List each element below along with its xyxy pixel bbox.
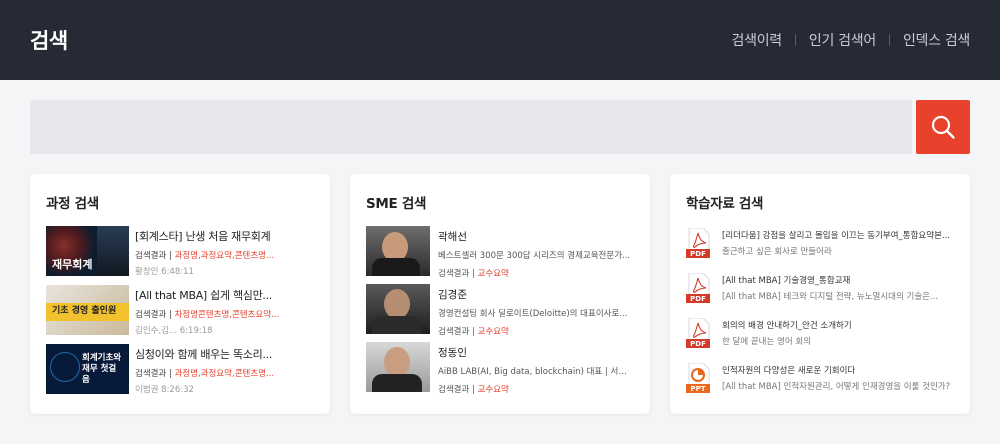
pdf-file-icon: PDF [686, 317, 710, 348]
nav-search-history[interactable]: 검색이력 [732, 30, 783, 50]
course-thumbnail-text: 회계기초와 재무 첫걸음 [82, 353, 122, 385]
course-item[interactable]: 기초 경영 출인원 [All that MBA] 쉽게 핵심만... 검색결과 … [46, 285, 314, 336]
svg-text:PDF: PDF [690, 340, 706, 348]
sme-item[interactable]: 김경준 경영컨설팅 회사 딜로이트(Deloitte)의 대표이사로... 검색… [366, 284, 634, 337]
sme-meta: 검색결과 | 교수요약 [438, 385, 509, 395]
course-item[interactable]: 회계기초와 재무 첫걸음 심청이와 함께 배우는 똑소리... 검색결과 | 과… [46, 344, 314, 395]
top-header: 검색 검색이력 인기 검색어 인덱스 검색 [0, 0, 1000, 80]
material-search-card: 학습자료 검색 PDF [리더다움] 강점을 살리고 몰입을 이끄는 동기부여_… [670, 174, 970, 414]
course-meta: 검색결과 | 과정명,과정요약,콘텐츠명... [135, 251, 275, 261]
search-icon [931, 115, 955, 139]
course-thumbnail-text: 재무회계 [52, 258, 93, 271]
course-search-title: 과정 검색 [46, 196, 99, 212]
nav-divider [794, 34, 796, 46]
ppt-file-icon: PPT [686, 362, 710, 393]
sme-search-card: SME 검색 곽해선 베스트셀러 300문 300답 시리즈의 경제교육전문가.… [350, 174, 650, 414]
nav-popular-keywords[interactable]: 인기 검색어 [809, 30, 876, 50]
nav-divider [888, 34, 890, 46]
material-title[interactable]: [All that MBA] 기술경영_통합교재 [722, 274, 954, 286]
material-item[interactable]: PDF [All that MBA] 기술경영_통합교재 [All that M… [686, 271, 954, 311]
svg-text:PDF: PDF [690, 295, 706, 303]
sme-photo [366, 284, 430, 334]
course-meta: 검색결과 | 과정명,과정요약,콘텐츠명... [135, 369, 275, 379]
sme-item[interactable]: 곽해선 베스트셀러 300문 300답 시리즈의 경제교육전문가... 검색결과… [366, 226, 634, 279]
material-title[interactable]: 회의의 배경 안내하기_안건 소개하기 [722, 319, 954, 331]
sme-search-title: SME 검색 [366, 196, 427, 212]
top-nav: 검색이력 인기 검색어 인덱스 검색 [732, 30, 971, 50]
svg-text:PPT: PPT [690, 385, 705, 393]
material-item[interactable]: PPT 인적자원의 다양성은 새로운 기회이다 [All that MBA] 인… [686, 361, 954, 401]
course-title[interactable]: [회계스타] 난생 처음 재무회계 [135, 228, 314, 244]
material-title[interactable]: [리더다움] 강점을 살리고 몰입을 이끄는 동기부여_통합요약본... [722, 229, 954, 241]
course-thumbnail: 회계기초와 재무 첫걸음 [46, 344, 129, 394]
material-course: 출근하고 싶은 회사로 만들어라 [722, 247, 832, 257]
material-course: [All that MBA] 테크와 디지털 전략, 뉴노멀시대의 기술은... [722, 292, 939, 302]
material-course: [All that MBA] 인적자원관리, 어떻게 인재경영을 이룰 것인가? [722, 382, 951, 392]
course-search-card: 과정 검색 재무회계 [회계스타] 난생 처음 재무회계 검색결과 | 과정명,… [30, 174, 330, 414]
course-thumbnail: 재무회계 [46, 226, 129, 276]
course-meta: 검색결과 | 차정명콘텐츠명,콘텐츠요약... [135, 310, 280, 320]
material-item[interactable]: PDF [리더다움] 강점을 살리고 몰입을 이끄는 동기부여_통합요약본...… [686, 226, 954, 266]
sme-name[interactable]: 곽해선 [438, 229, 634, 244]
sme-description: AiBB LAB(AI, Big data, blockchain) 대표 | … [438, 367, 634, 377]
search-button[interactable] [916, 100, 970, 154]
page-title: 검색 [30, 29, 68, 53]
svg-text:PDF: PDF [690, 250, 706, 258]
search-bar [30, 100, 970, 154]
sme-photo [366, 342, 430, 392]
sme-description: 경영컨설팅 회사 딜로이트(Deloitte)의 대표이사로... [438, 309, 628, 319]
sme-photo [366, 226, 430, 276]
course-thumbnail-text: 기초 경영 출인원 [52, 306, 117, 316]
sme-meta: 검색결과 | 교수요약 [438, 269, 509, 279]
course-instructor-duration: 황창인 6:48:11 [135, 267, 194, 277]
pdf-file-icon: PDF [686, 227, 710, 258]
course-thumbnail: 기초 경영 출인원 [46, 285, 129, 335]
course-title[interactable]: 심청이와 함께 배우는 똑소리... [135, 346, 314, 362]
sme-item[interactable]: 정동인 AiBB LAB(AI, Big data, blockchain) 대… [366, 342, 634, 395]
material-item[interactable]: PDF 회의의 배경 안내하기_안건 소개하기 한 달에 끝내는 영어 회의 [686, 316, 954, 356]
material-course: 한 달에 끝내는 영어 회의 [722, 337, 812, 347]
course-instructor-duration: 김인수,김... 6:19:18 [135, 326, 213, 336]
material-title[interactable]: 인적자원의 다양성은 새로운 기회이다 [722, 364, 954, 376]
nav-index-search[interactable]: 인덱스 검색 [903, 30, 970, 50]
sme-name[interactable]: 정동인 [438, 345, 634, 360]
sme-description: 베스트셀러 300문 300답 시리즈의 경제교육전문가... [438, 251, 631, 261]
sme-name[interactable]: 김경준 [438, 287, 634, 302]
course-item[interactable]: 재무회계 [회계스타] 난생 처음 재무회계 검색결과 | 과정명,과정요약,콘… [46, 226, 314, 277]
sme-meta: 검색결과 | 교수요약 [438, 327, 509, 337]
search-input[interactable] [30, 100, 912, 154]
pdf-file-icon: PDF [686, 272, 710, 303]
course-instructor-duration: 이범권 8:26:32 [135, 385, 194, 395]
material-search-title: 학습자료 검색 [686, 196, 764, 212]
course-title[interactable]: [All that MBA] 쉽게 핵심만... [135, 287, 314, 303]
